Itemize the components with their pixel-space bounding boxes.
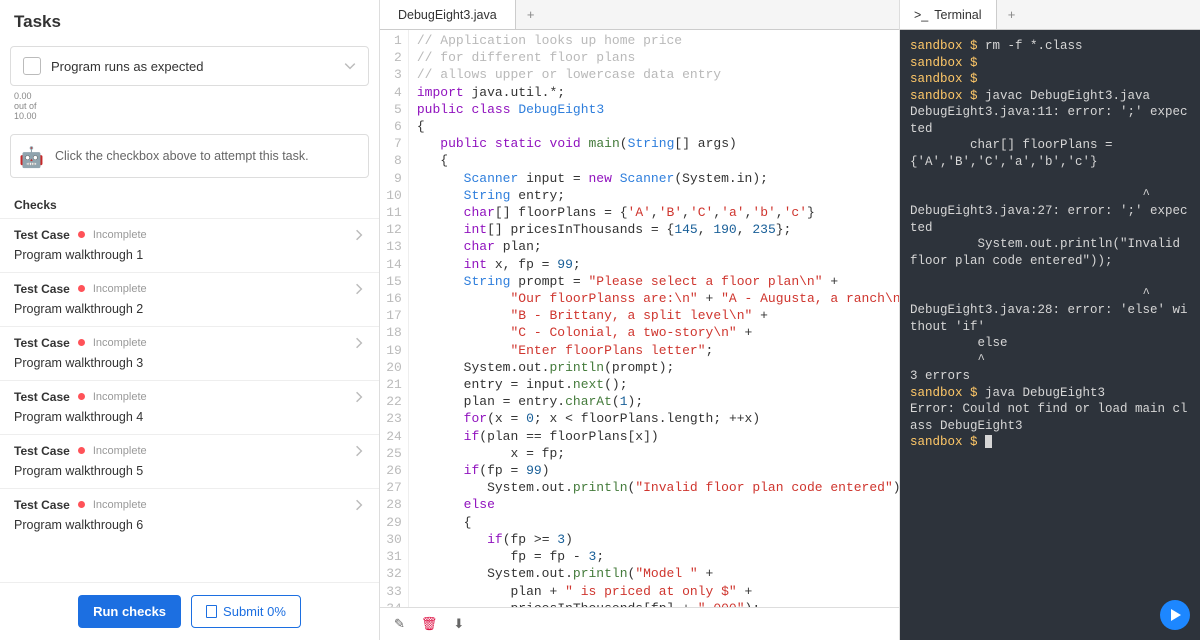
status-text: Incomplete xyxy=(93,229,147,241)
test-case-label: Test Case xyxy=(14,498,70,512)
action-row: Run checks Submit 0% xyxy=(0,582,379,640)
chevron-right-icon xyxy=(353,283,365,295)
test-case-label: Test Case xyxy=(14,444,70,458)
document-icon xyxy=(206,605,217,618)
test-row[interactable]: Test Case Incomplete Program walkthrough 3 xyxy=(0,326,379,380)
tasks-title: Tasks xyxy=(0,0,379,42)
hint-box: 🤖 Click the checkbox above to attempt th… xyxy=(10,134,369,178)
terminal-tabs: >_ Terminal + xyxy=(900,0,1200,30)
status-dot-icon xyxy=(78,501,85,508)
test-row[interactable]: Test Case Incomplete Program walkthrough 6 xyxy=(0,488,379,542)
status-text: Incomplete xyxy=(93,391,147,403)
trash-icon[interactable]: 🗑 xyxy=(421,616,438,632)
terminal-output[interactable]: sandbox $ rm -f *.class sandbox $ sandbo… xyxy=(900,30,1200,640)
status-dot-icon xyxy=(78,447,85,454)
code-content[interactable]: // Application looks up home price // fo… xyxy=(409,30,899,607)
chevron-right-icon xyxy=(353,499,365,511)
status-text: Incomplete xyxy=(93,499,147,511)
tasks-panel: Tasks Program runs as expected 0.00 out … xyxy=(0,0,380,640)
download-icon[interactable]: ⬇ xyxy=(453,616,464,632)
editor-panel: DebugEight3.java + 1 2 3 4 5 6 7 8 9 10 … xyxy=(380,0,900,640)
new-tab-button[interactable]: + xyxy=(516,0,546,29)
checks-header: Checks xyxy=(14,198,379,212)
status-dot-icon xyxy=(78,393,85,400)
submit-button[interactable]: Submit 0% xyxy=(191,595,301,628)
play-button[interactable] xyxy=(1160,600,1190,630)
status-dot-icon xyxy=(78,339,85,346)
run-checks-button[interactable]: Run checks xyxy=(78,595,181,628)
edit-icon[interactable]: ✎ xyxy=(394,616,405,632)
status-text: Incomplete xyxy=(93,337,147,349)
gutter: 1 2 3 4 5 6 7 8 9 10 11 12 13 14 15 16 1… xyxy=(380,30,409,607)
test-case-label: Test Case xyxy=(14,390,70,404)
hint-text: Click the checkbox above to attempt this… xyxy=(55,149,309,163)
task-item[interactable]: Program runs as expected xyxy=(10,46,369,86)
test-row[interactable]: Test Case Incomplete Program walkthrough 1 xyxy=(0,218,379,272)
test-name: Program walkthrough 5 xyxy=(14,464,365,478)
test-name: Program walkthrough 1 xyxy=(14,248,365,262)
chevron-down-icon xyxy=(344,60,356,72)
test-case-label: Test Case xyxy=(14,282,70,296)
new-terminal-button[interactable]: + xyxy=(997,0,1027,29)
chevron-right-icon xyxy=(353,391,365,403)
chevron-right-icon xyxy=(353,337,365,349)
test-name: Program walkthrough 3 xyxy=(14,356,365,370)
editor-toolbar: ✎ 🗑 ⬇ xyxy=(380,607,899,640)
test-name: Program walkthrough 2 xyxy=(14,302,365,316)
test-name: Program walkthrough 6 xyxy=(14,518,365,532)
robot-icon: 🤖 xyxy=(19,145,44,170)
code-editor[interactable]: 1 2 3 4 5 6 7 8 9 10 11 12 13 14 15 16 1… xyxy=(380,30,899,607)
chevron-right-icon xyxy=(353,445,365,457)
terminal-panel: >_ Terminal + sandbox $ rm -f *.class sa… xyxy=(900,0,1200,640)
status-dot-icon xyxy=(78,285,85,292)
status-text: Incomplete xyxy=(93,283,147,295)
terminal-tab[interactable]: >_ Terminal xyxy=(900,0,997,29)
task-checkbox[interactable] xyxy=(23,57,41,75)
test-row[interactable]: Test Case Incomplete Program walkthrough 2 xyxy=(0,272,379,326)
status-text: Incomplete xyxy=(93,445,147,457)
test-row[interactable]: Test Case Incomplete Program walkthrough 4 xyxy=(0,380,379,434)
terminal-cursor xyxy=(985,435,992,448)
test-case-label: Test Case xyxy=(14,336,70,350)
task-label: Program runs as expected xyxy=(51,59,203,74)
file-tab[interactable]: DebugEight3.java xyxy=(380,0,516,29)
test-case-label: Test Case xyxy=(14,228,70,242)
score-display: 0.00 out of 10.00 xyxy=(14,92,379,122)
status-dot-icon xyxy=(78,231,85,238)
test-name: Program walkthrough 4 xyxy=(14,410,365,424)
test-row[interactable]: Test Case Incomplete Program walkthrough 5 xyxy=(0,434,379,488)
play-icon xyxy=(1171,609,1181,621)
chevron-right-icon xyxy=(353,229,365,241)
editor-tabs: DebugEight3.java + xyxy=(380,0,899,30)
